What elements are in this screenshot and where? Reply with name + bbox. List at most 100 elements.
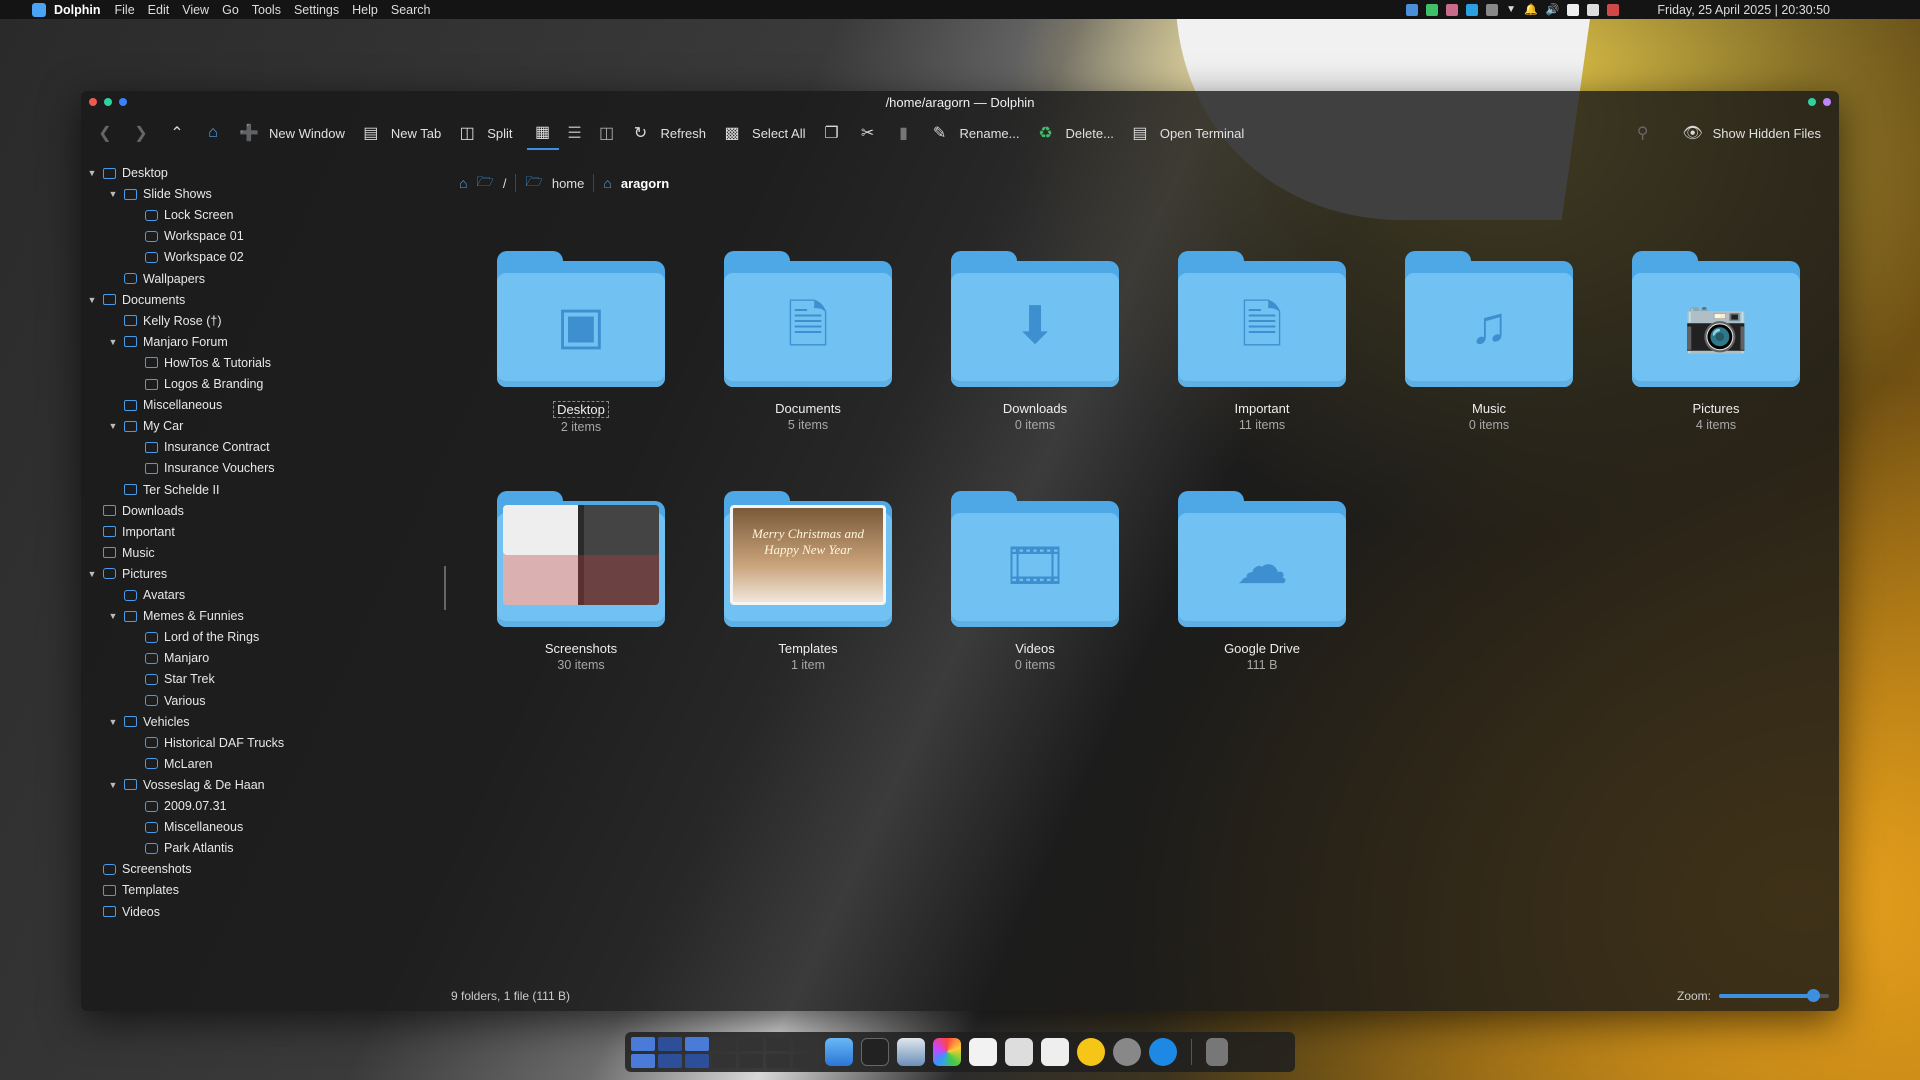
tray-expand-icon[interactable]: ▼ — [1506, 4, 1516, 15]
close-icon[interactable] — [89, 98, 97, 106]
expand-arrow-icon[interactable]: ▼ — [108, 780, 118, 790]
folder-item[interactable]: 🗎 Documents 5 items — [708, 251, 908, 432]
forward-button[interactable]: ❯ — [123, 117, 159, 149]
sidebar-item[interactable]: Lord of the Rings — [129, 627, 259, 647]
desktop-thumbnail[interactable] — [793, 1036, 817, 1051]
folder-item[interactable]: 📷 Pictures 4 items — [1616, 251, 1816, 432]
sidebar-item[interactable]: Insurance Contract — [129, 437, 270, 457]
desktop-thumbnail[interactable] — [658, 1036, 682, 1051]
sidebar-item[interactable]: Avatars — [108, 585, 185, 605]
rename-button[interactable]: ✎ Rename... — [922, 117, 1028, 149]
sidebar-item[interactable]: ▼ Vosseslag & De Haan — [108, 775, 265, 795]
menu-view[interactable]: View — [182, 3, 209, 17]
finder-icon[interactable] — [825, 1038, 853, 1066]
on-all-desktops-icon[interactable] — [1823, 98, 1831, 106]
desktop-thumbnail[interactable] — [766, 1036, 790, 1051]
new-window-button[interactable]: ➕ New Window — [231, 117, 353, 149]
menu-go[interactable]: Go — [222, 3, 239, 17]
columns-view-button[interactable]: ◫ — [591, 117, 623, 149]
desktop-thumbnail[interactable] — [739, 1053, 763, 1068]
minimize-icon[interactable] — [104, 98, 112, 106]
desktop-thumbnail[interactable] — [739, 1036, 763, 1051]
system-settings-icon[interactable] — [1113, 1038, 1141, 1066]
menu-tools[interactable]: Tools — [252, 3, 281, 17]
home-button[interactable]: ⌂ — [195, 117, 231, 149]
virtual-desktop-pager[interactable] — [631, 1036, 817, 1068]
tray-app-icon[interactable] — [1486, 3, 1499, 16]
sidebar-item[interactable]: 2009.07.31 — [129, 796, 227, 816]
sidebar-item[interactable]: ▼ Vehicles — [108, 712, 190, 732]
terminal-icon[interactable] — [861, 1038, 889, 1066]
new-tab-button[interactable]: ▤ New Tab — [353, 117, 449, 149]
sidebar-item[interactable]: ▼ Slide Shows — [108, 184, 212, 204]
refresh-button[interactable]: ↻ Refresh — [623, 117, 715, 149]
panel-splitter[interactable] — [444, 566, 446, 610]
sidebar-item[interactable]: Important — [87, 522, 175, 542]
sidebar-item[interactable]: Downloads — [87, 501, 184, 521]
menu-file[interactable]: File — [115, 3, 135, 17]
menubar-app-name[interactable]: Dolphin — [54, 3, 101, 17]
sidebar-item[interactable]: ▼ Pictures — [87, 564, 168, 584]
sidebar-item[interactable]: Workspace 01 — [129, 226, 244, 246]
details-view-button[interactable]: ☰ — [559, 117, 591, 149]
expand-arrow-icon[interactable]: ▼ — [108, 611, 118, 621]
sidebar-item[interactable]: Various — [129, 691, 205, 711]
paste-button[interactable]: ▮ — [886, 117, 922, 149]
split-button[interactable]: ◫ Split — [449, 117, 520, 149]
home-icon[interactable]: ⌂ — [459, 175, 467, 191]
desktop-thumbnail[interactable] — [712, 1053, 736, 1068]
text-editor-icon[interactable] — [969, 1038, 997, 1066]
desktop-thumbnail[interactable] — [685, 1053, 709, 1068]
menu-search[interactable]: Search — [391, 3, 431, 17]
volume-icon[interactable]: 🔊 — [1546, 3, 1560, 16]
sidebar-item[interactable]: Miscellaneous — [108, 395, 222, 415]
sidebar-item[interactable]: Videos — [87, 902, 160, 922]
sidebar-item[interactable]: McLaren — [129, 754, 213, 774]
maximize-icon[interactable] — [119, 98, 127, 106]
notification-bell-icon[interactable]: 🔔 — [1524, 3, 1538, 16]
tray-app-icon[interactable] — [1587, 3, 1600, 16]
folder-item[interactable]: 🎞 Videos 0 items — [935, 491, 1135, 672]
folder-item[interactable]: ☁ Google Drive 111 B — [1162, 491, 1362, 672]
sidebar-item[interactable]: Wallpapers — [108, 269, 205, 289]
copy-button[interactable]: ❐ — [814, 117, 850, 149]
desktop-thumbnail[interactable] — [712, 1036, 736, 1051]
sidebar-item[interactable]: Logos & Branding — [129, 374, 263, 394]
breadcrumb-home[interactable]: home — [552, 176, 585, 191]
desktop-thumbnail[interactable] — [685, 1036, 709, 1051]
folder-item[interactable]: Screenshots 30 items — [481, 491, 681, 672]
desktop-thumbnail[interactable] — [793, 1053, 817, 1068]
sidebar-item[interactable]: Manjaro — [129, 648, 209, 668]
breadcrumb-root[interactable]: / — [503, 176, 507, 191]
folder-item[interactable]: ♫ Music 0 items — [1389, 251, 1589, 432]
sidebar-item[interactable]: HowTos & Tutorials — [129, 353, 271, 373]
browser-icon[interactable] — [1149, 1038, 1177, 1066]
folder-item[interactable]: ⬇ Downloads 0 items — [935, 251, 1135, 432]
screenshot-tool-icon[interactable] — [897, 1038, 925, 1066]
zoom-slider[interactable] — [1719, 989, 1829, 1002]
up-button[interactable]: ⌃ — [159, 117, 195, 149]
tray-app-icon[interactable] — [1406, 3, 1419, 16]
expand-arrow-icon[interactable]: ▼ — [108, 421, 118, 431]
clock[interactable]: Friday, 25 April 2025 | 20:30:50 — [1657, 3, 1830, 17]
expand-arrow-icon[interactable]: ▼ — [87, 569, 97, 579]
sidebar-item[interactable]: Kelly Rose (†) — [108, 311, 222, 331]
show-hidden-files-button[interactable]: 👁 Show Hidden Files — [1675, 117, 1829, 149]
sidebar-item[interactable]: Music — [87, 543, 155, 563]
folder-item[interactable]: 🗎 Important 11 items — [1162, 251, 1362, 432]
zoom-slider-handle[interactable] — [1806, 989, 1820, 1002]
trash-icon[interactable] — [1206, 1038, 1228, 1066]
expand-arrow-icon[interactable]: ▼ — [108, 717, 118, 727]
icons-view-button[interactable]: ▦ — [526, 116, 559, 150]
sidebar-item[interactable]: Templates — [87, 880, 179, 900]
menu-edit[interactable]: Edit — [148, 3, 170, 17]
desktop-thumbnail[interactable] — [631, 1053, 655, 1068]
tray-app-icon[interactable] — [1446, 3, 1459, 16]
sidebar-item[interactable]: ▼ Documents — [87, 290, 186, 310]
sidebar-item[interactable]: Lock Screen — [129, 205, 233, 225]
expand-arrow-icon[interactable]: ▼ — [87, 295, 97, 305]
sidebar-item[interactable]: Ter Schelde II — [108, 480, 219, 500]
open-terminal-button[interactable]: ▤ Open Terminal — [1122, 117, 1252, 149]
photos-icon[interactable] — [933, 1038, 961, 1066]
select-all-button[interactable]: ▩ Select All — [714, 117, 813, 149]
